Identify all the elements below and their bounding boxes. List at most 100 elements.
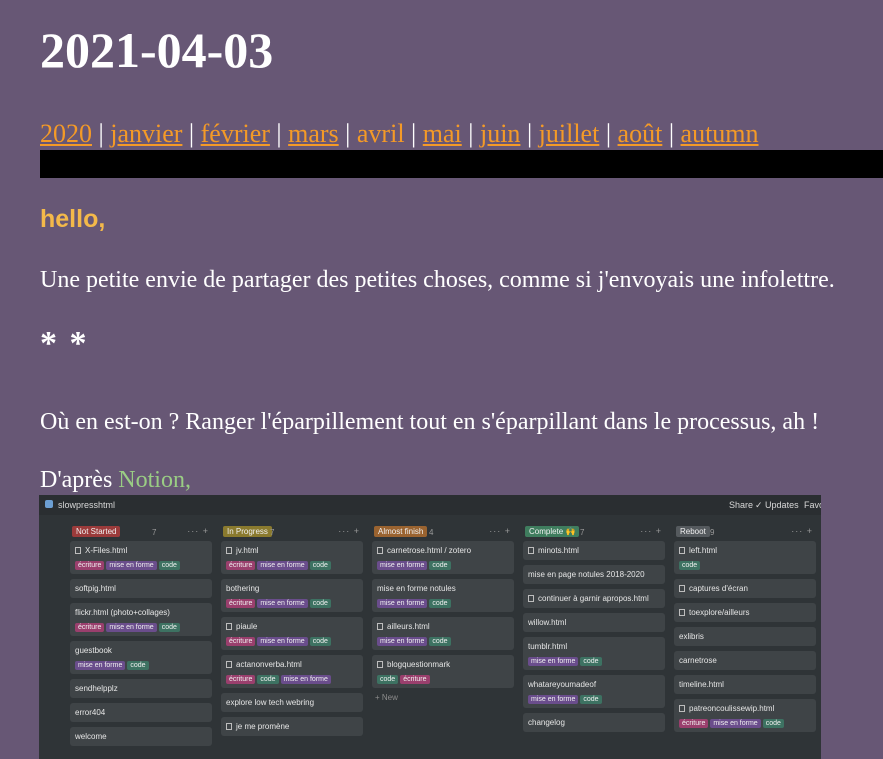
card-title-row: willow.html <box>528 618 660 628</box>
nav-link-3[interactable]: mars <box>288 119 339 148</box>
board-card: left.html code <box>674 541 816 574</box>
board-card: minots.html <box>523 541 665 560</box>
card-tag: code <box>309 561 331 570</box>
nav-link-4[interactable]: avril <box>357 119 405 148</box>
board-card: ailleurs.html mise en forme code <box>372 617 514 650</box>
nav-link-6[interactable]: juin <box>480 119 520 148</box>
nav-link-1[interactable]: janvier <box>110 119 182 148</box>
card-tags: code <box>679 560 811 570</box>
card-tag: écriture <box>75 623 105 632</box>
card-tag: mise en forme <box>75 661 126 670</box>
card-title-row: continuer à garnir apropos.html <box>528 594 660 604</box>
card-tags: écriture mise en forme code <box>75 622 207 632</box>
document-icon <box>679 547 685 554</box>
card-tags: écriture code mise en forme <box>226 674 358 684</box>
card-tags: mise en forme code <box>528 694 660 704</box>
nav-link-2[interactable]: février <box>201 119 270 148</box>
nav-link-0[interactable]: 2020 <box>40 119 92 148</box>
updates-button: ✓ Updates <box>755 500 799 511</box>
nav-link-9[interactable]: autumn <box>681 119 759 148</box>
nav-separator: | <box>269 119 289 148</box>
card-title-row: guestbook <box>75 646 207 656</box>
card-tag: écriture <box>75 561 105 570</box>
board-card: flickr.html (photo+collages) écriture mise… <box>70 603 212 636</box>
card-tag: mise en forme <box>377 561 428 570</box>
card-title-row: actanonverba.html <box>226 660 358 670</box>
card-title: softpig.html <box>75 584 116 593</box>
document-icon <box>377 623 383 630</box>
board-card: guestbook mise en forme code <box>70 641 212 674</box>
card-tag: mise en forme <box>280 675 331 684</box>
card-title: whatareyoumadeof <box>528 680 597 689</box>
column-header: Complete 🙌 7 ··· + <box>522 523 666 541</box>
card-title-row: captures d'écran <box>679 584 811 594</box>
card-title-row: welcome <box>75 732 207 742</box>
card-title-row: error404 <box>75 708 207 718</box>
card-title: timeline.html <box>679 680 724 689</box>
card-title: mise en page notules 2018-2020 <box>528 570 645 579</box>
board-card: welcome <box>70 727 212 746</box>
nav-link-5[interactable]: mai <box>423 119 462 148</box>
card-tag: code <box>429 561 451 570</box>
card-title-row: explore low tech webring <box>226 698 358 708</box>
column-count: 7 <box>580 528 585 537</box>
card-title-row: mise en forme notules <box>377 584 509 594</box>
column-header: Almost finish 4 ··· + <box>371 523 515 541</box>
column-count: 7 <box>270 528 275 537</box>
card-title-row: exlibris <box>679 632 811 642</box>
board-card: bothering écriture mise en forme code <box>221 579 363 612</box>
card-tag: code <box>429 599 451 608</box>
card-title: bothering <box>226 584 260 593</box>
board-card: blogquestionmark code écriture <box>372 655 514 688</box>
card-title: toexplore/ailleurs <box>689 608 750 617</box>
card-tag: code <box>127 661 149 670</box>
column-status-tag: Complete 🙌 <box>525 526 580 537</box>
favorite-button: Favorite <box>804 500 821 510</box>
card-tags: écriture mise en forme code <box>226 598 358 608</box>
share-button: Share <box>729 500 754 510</box>
column-controls: ··· + <box>791 526 813 536</box>
card-title: exlibris <box>679 632 704 641</box>
card-tag: mise en forme <box>710 719 761 728</box>
month-nav: 2020 | janvier | février | mars | avril … <box>40 118 759 150</box>
column-status-tag: In Progress <box>223 526 272 537</box>
card-title: X-Files.html <box>85 546 128 555</box>
notion-link[interactable]: Notion, <box>118 467 191 493</box>
card-tag: code <box>257 675 279 684</box>
card-title-row: jv.html <box>226 546 358 556</box>
document-icon <box>377 547 383 554</box>
board-card: sendhelpplz <box>70 679 212 698</box>
card-title-row: patreoncoulissewip.html <box>679 704 811 714</box>
card-tags: mise en forme code <box>377 560 509 570</box>
card-title-row: mise en page notules 2018-2020 <box>528 570 660 580</box>
nav-link-8[interactable]: août <box>618 119 663 148</box>
nav-link-7[interactable]: juillet <box>539 119 600 148</box>
card-tag: mise en forme <box>257 637 308 646</box>
board-card: toexplore/ailleurs <box>674 603 816 622</box>
intro-paragraph: Une petite envie de partager des petites… <box>40 267 835 293</box>
card-tag: code <box>429 637 451 646</box>
card-tag: code <box>580 695 602 704</box>
card-title-row: blogquestionmark <box>377 660 509 670</box>
card-tag: code <box>158 623 180 632</box>
board-card: whatareyoumadeof mise en forme code <box>523 675 665 708</box>
card-tags: mise en forme code <box>377 636 509 646</box>
notion-topbar: slowpresshtml Share ✓ Updates Favorite <box>39 495 821 515</box>
card-tag: code <box>377 675 399 684</box>
column-status-tag: Reboot <box>676 526 710 537</box>
card-title-row: whatareyoumadeof <box>528 680 660 690</box>
page-title: 2021-04-03 <box>40 22 274 78</box>
board-card: continuer à garnir apropos.html <box>523 589 665 608</box>
board-card: mise en forme notules mise en forme code <box>372 579 514 612</box>
section-separator: * * <box>40 325 89 362</box>
nav-separator: | <box>599 119 618 148</box>
card-title: explore low tech webring <box>226 698 315 707</box>
board-column: Complete 🙌 7 ··· + minots.html mise en page … <box>522 523 666 737</box>
column-status-tag: Not Started <box>72 526 121 537</box>
card-title-row: piaule <box>226 622 358 632</box>
card-title: tumblr.html <box>528 642 568 651</box>
board-card: mise en page notules 2018-2020 <box>523 565 665 584</box>
board-card: carnetrose.html / zotero mise en forme cod… <box>372 541 514 574</box>
card-tag: mise en forme <box>106 561 157 570</box>
nav-separator: | <box>520 119 539 148</box>
